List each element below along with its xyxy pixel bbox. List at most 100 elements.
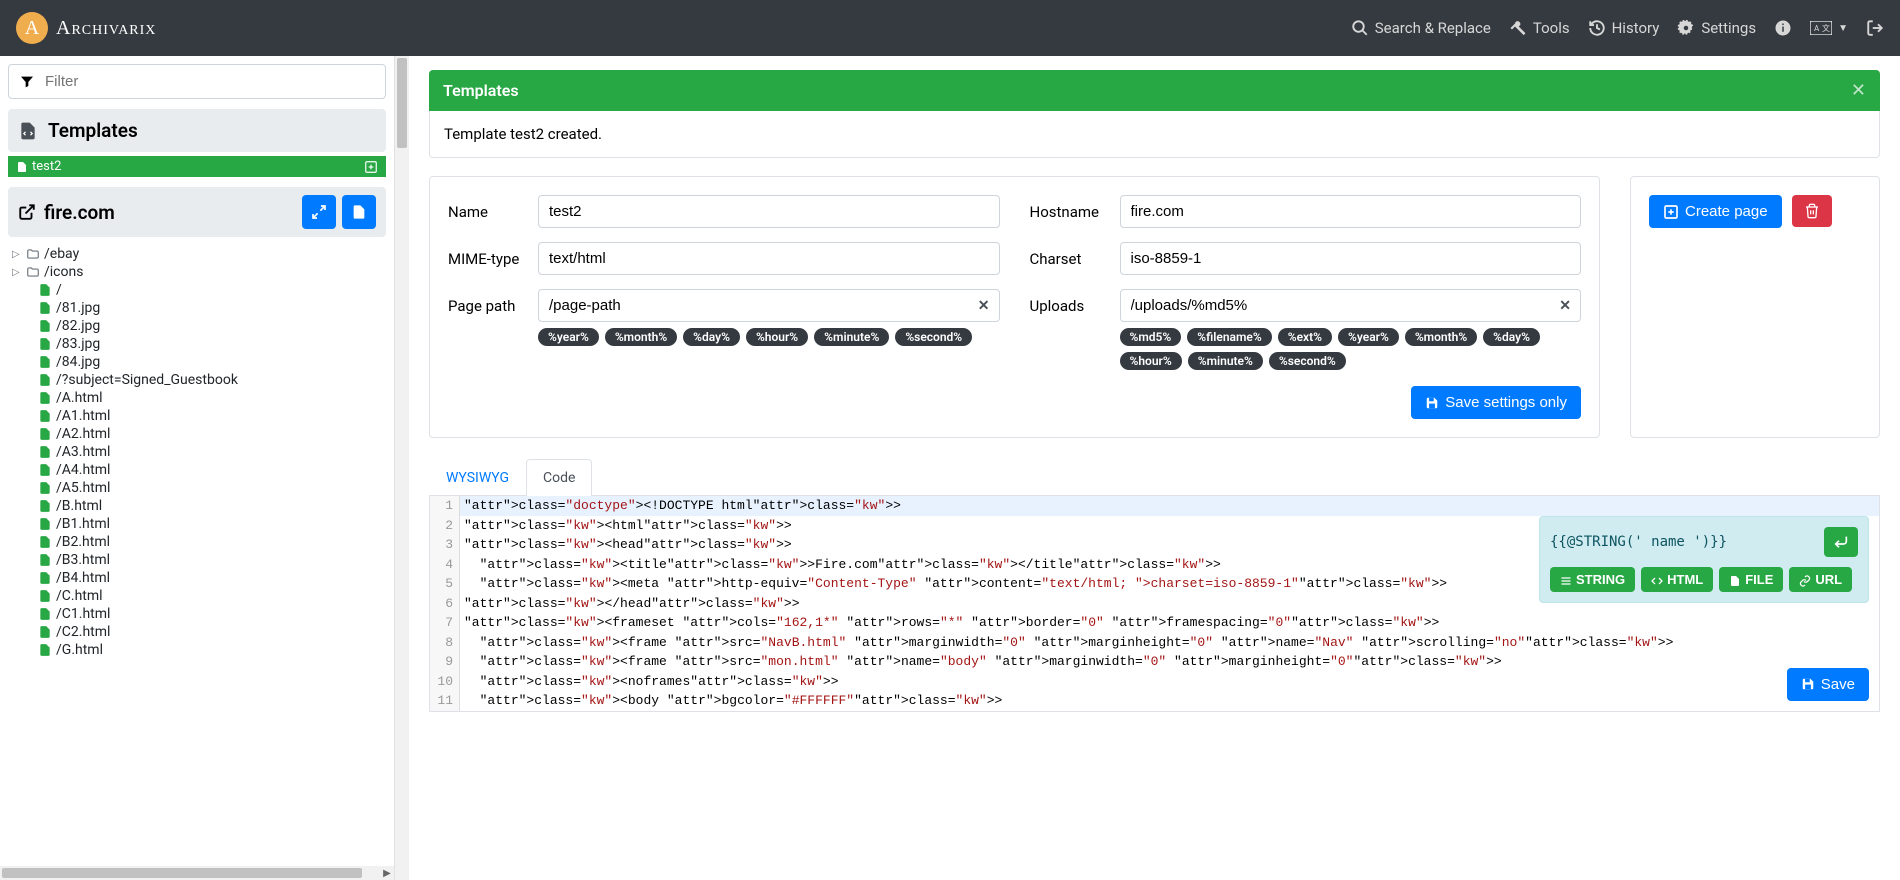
charset-input[interactable] (1120, 242, 1582, 275)
tree-label: /A1.html (56, 408, 110, 424)
code-line[interactable]: 1"attr">class="doctype"><!DOCTYPE html"a… (430, 496, 1879, 516)
token-tag[interactable]: %hour% (1120, 352, 1182, 370)
tree-file[interactable]: /C1.html (12, 605, 386, 623)
tree-file[interactable]: /B.html (12, 497, 386, 515)
code-line[interactable]: 7"attr">class="kw"><frameset "attr">cols… (430, 613, 1879, 633)
tree-file[interactable]: /A1.html (12, 407, 386, 425)
token-tag[interactable]: %year% (1338, 328, 1399, 346)
nav-tools[interactable]: Tools (1509, 19, 1570, 37)
external-link-icon[interactable] (18, 203, 36, 221)
nav-logout[interactable] (1866, 19, 1884, 37)
tree-folder[interactable]: ▷/ebay (12, 245, 386, 263)
token-tag[interactable]: %minute% (814, 328, 889, 346)
name-input[interactable] (538, 195, 1000, 228)
insert-file-button[interactable]: FILE (1719, 567, 1783, 592)
page-path-input[interactable] (538, 289, 1000, 322)
save-settings-button[interactable]: Save settings only (1411, 386, 1581, 419)
file-icon (38, 463, 52, 477)
hostname-input[interactable] (1120, 195, 1582, 228)
token-tag[interactable]: %second% (895, 328, 972, 346)
insert-html-button[interactable]: HTML (1641, 567, 1713, 592)
domain-header: fire.com (8, 187, 386, 237)
tree-file[interactable]: /G.html (12, 641, 386, 659)
tree-file[interactable]: /84.jpg (12, 353, 386, 371)
nav-history[interactable]: History (1588, 19, 1660, 37)
tree-file[interactable]: /B4.html (12, 569, 386, 587)
tab-code[interactable]: Code (526, 459, 592, 496)
close-icon[interactable]: ✕ (1851, 80, 1866, 101)
code-line[interactable]: 8 "attr">class="kw"><frame "attr">src="N… (430, 633, 1879, 653)
save-button[interactable]: Save (1787, 668, 1869, 701)
delete-button[interactable] (1792, 195, 1832, 227)
file-icon (38, 391, 52, 405)
clear-icon[interactable]: ✕ (1559, 298, 1571, 314)
create-page-button[interactable]: Create page (1649, 195, 1782, 228)
token-tag[interactable]: %month% (605, 328, 677, 346)
token-tag[interactable]: %ext% (1278, 328, 1332, 346)
tree-file[interactable]: /83.jpg (12, 335, 386, 353)
token-tag[interactable]: %minute% (1188, 352, 1263, 370)
token-tag[interactable]: %day% (1483, 328, 1540, 346)
tree-file[interactable]: /A.html (12, 389, 386, 407)
brand[interactable]: A Archivarix (16, 12, 156, 44)
domain-name[interactable]: fire.com (44, 201, 115, 224)
sidebar-vscroll[interactable] (395, 56, 409, 880)
filter-input[interactable] (45, 73, 375, 90)
tree-file[interactable]: /A2.html (12, 425, 386, 443)
filter-box[interactable] (8, 64, 386, 99)
nav-language[interactable]: A文 ▼ (1810, 21, 1848, 35)
file-icon (38, 427, 52, 441)
logout-icon (1866, 19, 1884, 37)
insert-submit-button[interactable] (1824, 527, 1858, 557)
token-tag[interactable]: %hour% (746, 328, 808, 346)
tree-file[interactable]: /82.jpg (12, 317, 386, 335)
new-file-button[interactable] (342, 195, 376, 229)
token-tag[interactable]: %md5% (1120, 328, 1182, 346)
mime-input[interactable] (538, 242, 1000, 275)
template-item[interactable]: test2 (8, 156, 386, 177)
uploads-input[interactable] (1120, 289, 1582, 322)
tree-label: /A3.html (56, 444, 110, 460)
tree-file[interactable]: /A4.html (12, 461, 386, 479)
code-line[interactable]: 9 "attr">class="kw"><frame "attr">src="m… (430, 652, 1879, 672)
token-tag[interactable]: %year% (538, 328, 599, 346)
tree-file[interactable]: / (12, 281, 386, 299)
url-icon (1799, 572, 1811, 587)
nav-search-replace[interactable]: Search & Replace (1351, 19, 1491, 37)
tree-file[interactable]: /C.html (12, 587, 386, 605)
sidebar-hscroll[interactable]: ▶ (0, 866, 394, 880)
code-line[interactable]: 11 "attr">class="kw"><body "attr">bgcolo… (430, 691, 1879, 711)
tree-file[interactable]: /81.jpg (12, 299, 386, 317)
nav-info[interactable] (1774, 19, 1792, 37)
tab-wysiwyg[interactable]: WYSIWYG (429, 459, 526, 496)
file-icon (38, 373, 52, 387)
file-icon (1729, 572, 1741, 587)
tree-folder[interactable]: ▷/icons (12, 263, 386, 281)
tree-file[interactable]: /B3.html (12, 551, 386, 569)
token-tag[interactable]: %filename% (1187, 328, 1271, 346)
actions-card: Create page (1630, 176, 1880, 438)
code-text: "attr">class="kw"><body "attr">bgcolor="… (460, 691, 1002, 711)
clear-icon[interactable]: ✕ (978, 298, 990, 314)
tree-file[interactable]: /?subject=Signed_Guestbook (12, 371, 386, 389)
tree-file[interactable]: /B2.html (12, 533, 386, 551)
tree-file[interactable]: /A5.html (12, 479, 386, 497)
token-tag[interactable]: %day% (683, 328, 740, 346)
templates-header[interactable]: Templates (8, 109, 386, 152)
code-editor[interactable]: 1"attr">class="doctype"><!DOCTYPE html"a… (429, 496, 1880, 712)
token-tag[interactable]: %second% (1269, 352, 1346, 370)
insert-url-button[interactable]: URL (1789, 567, 1852, 592)
nav-settings[interactable]: Settings (1677, 19, 1756, 37)
insert-string-button[interactable]: STRING (1550, 567, 1635, 592)
tree-file[interactable]: /B1.html (12, 515, 386, 533)
tree-file[interactable]: /C2.html (12, 623, 386, 641)
plus-box-icon[interactable] (364, 160, 378, 174)
token-tag[interactable]: %month% (1405, 328, 1477, 346)
chevron-right-icon: ▷ (12, 249, 22, 260)
line-number: 11 (430, 691, 460, 711)
expand-button[interactable] (302, 195, 336, 229)
insert-expression-input[interactable] (1550, 527, 1816, 557)
file-icon (38, 517, 52, 531)
tree-file[interactable]: /A3.html (12, 443, 386, 461)
code-line[interactable]: 10 "attr">class="kw"><noframes"attr">cla… (430, 672, 1879, 692)
